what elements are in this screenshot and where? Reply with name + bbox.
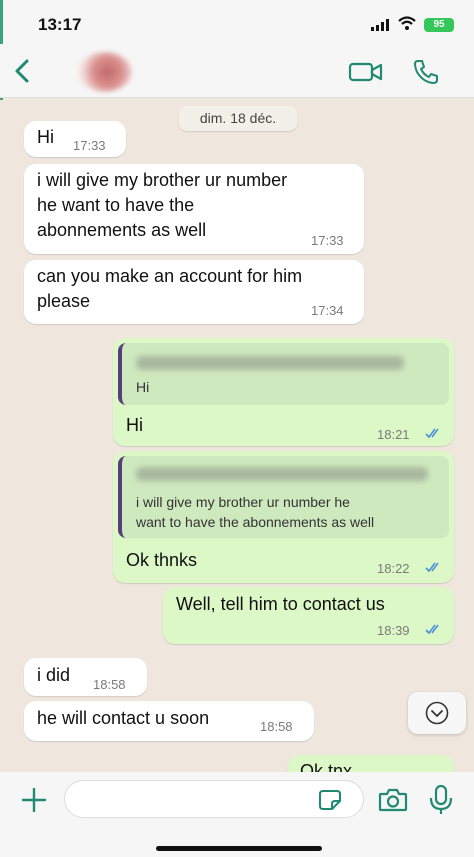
message-bubble-incoming[interactable]: he will contact u soon 18:58 <box>24 701 314 741</box>
message-bubble-incoming[interactable]: i did 18:58 <box>24 658 147 696</box>
message-time: 18:58 <box>260 719 293 734</box>
message-time: 18:22 <box>377 561 410 576</box>
message-bubble-outgoing[interactable]: Hi Hi 18:21 <box>113 338 454 446</box>
read-ticks-icon <box>425 624 439 635</box>
wifi-icon <box>398 16 416 30</box>
message-text: Hi <box>126 415 143 435</box>
message-text: he will contact u soon <box>37 708 210 728</box>
message-composer <box>0 772 474 857</box>
camera-icon[interactable] <box>378 787 408 813</box>
sticker-icon[interactable] <box>318 789 342 811</box>
blurred-quote-author <box>136 467 428 481</box>
message-text: can you make an account for him please <box>37 266 303 311</box>
signal-icon <box>371 19 389 31</box>
message-bubble-incoming[interactable]: i will give my brother ur number he want… <box>24 164 364 254</box>
back-icon[interactable] <box>12 58 32 84</box>
battery-icon: 95 <box>424 18 454 32</box>
message-time: 17:33 <box>73 138 106 153</box>
message-text: Ok thnks <box>126 550 198 570</box>
quoted-message[interactable]: Hi <box>118 343 449 405</box>
date-separator: dim. 18 déc. <box>179 106 297 131</box>
chevron-down-icon <box>425 701 449 725</box>
message-text: Hi <box>37 127 54 147</box>
message-bubble-outgoing[interactable]: Well, tell him to contact us 18:39 <box>163 587 454 644</box>
message-text: Well, tell him to contact us <box>176 594 385 614</box>
status-bar: 13:17 95 <box>0 0 474 44</box>
quoted-message[interactable]: i will give my brother ur number he want… <box>118 456 449 538</box>
phone-call-icon[interactable] <box>412 58 440 86</box>
quote-text: Hi <box>136 379 150 395</box>
chat-header <box>0 44 474 98</box>
message-text: i did <box>37 665 71 685</box>
plus-icon[interactable] <box>20 786 48 814</box>
message-time: 18:39 <box>377 623 410 638</box>
quote-text: i will give my brother ur number he want… <box>136 494 375 530</box>
microphone-icon[interactable] <box>428 784 454 816</box>
contact-avatar[interactable] <box>78 52 132 92</box>
home-indicator <box>156 846 322 851</box>
video-call-icon[interactable] <box>348 60 384 84</box>
message-time: 18:21 <box>377 427 410 442</box>
message-time: 17:34 <box>311 303 344 318</box>
message-bubble-outgoing[interactable]: i will give my brother ur number he want… <box>113 451 454 583</box>
message-bubble-incoming[interactable]: Hi 17:33 <box>24 121 126 157</box>
message-time: 17:33 <box>311 233 344 248</box>
scroll-to-bottom-button[interactable] <box>408 692 466 734</box>
blurred-quote-author <box>136 356 404 370</box>
message-time: 18:58 <box>93 677 126 692</box>
read-ticks-icon <box>425 562 439 573</box>
read-ticks-icon <box>425 428 439 439</box>
status-time: 13:17 <box>38 15 82 34</box>
message-text: i will give my brother ur number he want… <box>37 170 288 240</box>
message-bubble-incoming[interactable]: can you make an account for him please 1… <box>24 260 364 324</box>
